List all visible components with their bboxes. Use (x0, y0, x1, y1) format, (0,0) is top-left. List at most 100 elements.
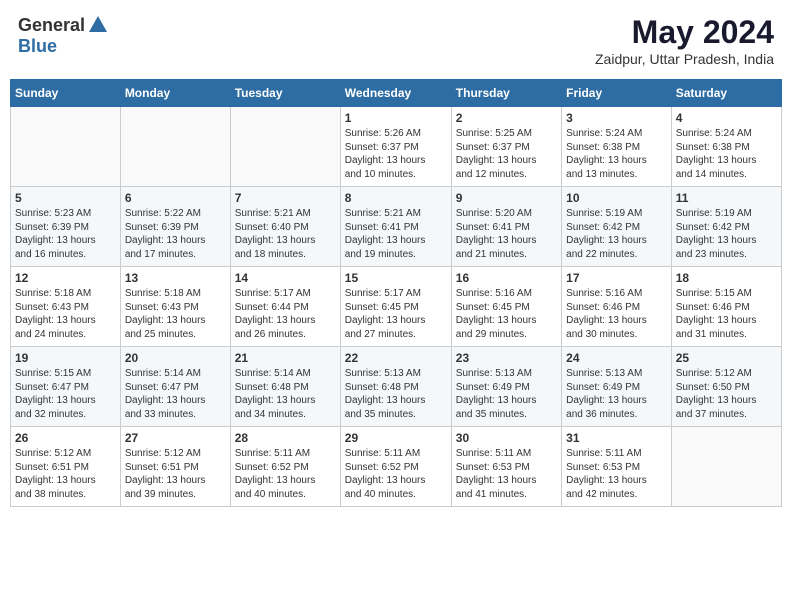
day-info: Sunrise: 5:17 AM Sunset: 6:44 PM Dayligh… (235, 287, 336, 341)
day-info: Sunrise: 5:22 AM Sunset: 6:39 PM Dayligh… (125, 207, 226, 261)
day-info: Sunrise: 5:12 AM Sunset: 6:50 PM Dayligh… (676, 367, 777, 421)
day-cell: 3 Sunrise: 5:24 AM Sunset: 6:38 PM Daylig… (562, 107, 672, 187)
day-number: 31 (566, 431, 667, 445)
day-cell: 1 Sunrise: 5:26 AM Sunset: 6:37 PM Daylig… (340, 107, 451, 187)
column-header-friday: Friday (562, 80, 672, 107)
location-subtitle: Zaidpur, Uttar Pradesh, India (595, 51, 774, 67)
day-info: Sunrise: 5:12 AM Sunset: 6:51 PM Dayligh… (15, 447, 116, 501)
day-cell: 7 Sunrise: 5:21 AM Sunset: 6:40 PM Daylig… (230, 187, 340, 267)
day-info: Sunrise: 5:24 AM Sunset: 6:38 PM Dayligh… (566, 127, 667, 181)
header-row: SundayMondayTuesdayWednesdayThursdayFrid… (11, 80, 782, 107)
day-cell: 10 Sunrise: 5:19 AM Sunset: 6:42 PM Dayli… (562, 187, 672, 267)
day-number: 29 (345, 431, 447, 445)
day-number: 22 (345, 351, 447, 365)
column-header-thursday: Thursday (451, 80, 561, 107)
day-number: 28 (235, 431, 336, 445)
week-row-1: 1 Sunrise: 5:26 AM Sunset: 6:37 PM Daylig… (11, 107, 782, 187)
day-number: 24 (566, 351, 667, 365)
day-cell: 5 Sunrise: 5:23 AM Sunset: 6:39 PM Daylig… (11, 187, 121, 267)
day-cell: 24 Sunrise: 5:13 AM Sunset: 6:49 PM Dayli… (562, 347, 672, 427)
day-cell: 18 Sunrise: 5:15 AM Sunset: 6:46 PM Dayli… (671, 267, 781, 347)
week-row-3: 12Sunrise: 5:18 AM Sunset: 6:43 PM Dayli… (11, 267, 782, 347)
day-cell: 2 Sunrise: 5:25 AM Sunset: 6:37 PM Daylig… (451, 107, 561, 187)
day-number: 23 (456, 351, 557, 365)
day-info: Sunrise: 5:11 AM Sunset: 6:53 PM Dayligh… (456, 447, 557, 501)
day-number: 13 (125, 271, 226, 285)
day-cell: 25 Sunrise: 5:12 AM Sunset: 6:50 PM Dayli… (671, 347, 781, 427)
day-cell: 31Sunrise: 5:11 AM Sunset: 6:53 PM Dayli… (562, 427, 672, 507)
day-cell: 4Sunrise: 5:24 AM Sunset: 6:38 PM Daylig… (671, 107, 781, 187)
day-cell (11, 107, 121, 187)
logo-general-text: General (18, 15, 85, 36)
day-number: 11 (676, 191, 777, 205)
day-info: Sunrise: 5:12 AM Sunset: 6:51 PM Dayligh… (125, 447, 226, 501)
day-number: 9 (456, 191, 557, 205)
logo-blue-text: Blue (18, 36, 57, 56)
day-cell: 17 Sunrise: 5:16 AM Sunset: 6:46 PM Dayli… (562, 267, 672, 347)
day-number: 17 (566, 271, 667, 285)
day-number: 3 (566, 111, 667, 125)
day-number: 19 (15, 351, 116, 365)
day-number: 8 (345, 191, 447, 205)
day-number: 18 (676, 271, 777, 285)
day-info: Sunrise: 5:14 AM Sunset: 6:47 PM Dayligh… (125, 367, 226, 421)
column-header-sunday: Sunday (11, 80, 121, 107)
day-number: 26 (15, 431, 116, 445)
day-info: Sunrise: 5:19 AM Sunset: 6:42 PM Dayligh… (566, 207, 667, 261)
day-cell: 20Sunrise: 5:14 AM Sunset: 6:47 PM Dayli… (120, 347, 230, 427)
day-info: Sunrise: 5:16 AM Sunset: 6:45 PM Dayligh… (456, 287, 557, 341)
day-cell: 22 Sunrise: 5:13 AM Sunset: 6:48 PM Dayli… (340, 347, 451, 427)
day-info: Sunrise: 5:24 AM Sunset: 6:38 PM Dayligh… (676, 127, 777, 181)
day-cell: 6Sunrise: 5:22 AM Sunset: 6:39 PM Daylig… (120, 187, 230, 267)
day-number: 14 (235, 271, 336, 285)
day-cell (671, 427, 781, 507)
day-cell: 30 Sunrise: 5:11 AM Sunset: 6:53 PM Dayli… (451, 427, 561, 507)
month-year-title: May 2024 (595, 14, 774, 51)
day-info: Sunrise: 5:21 AM Sunset: 6:41 PM Dayligh… (345, 207, 447, 261)
day-number: 2 (456, 111, 557, 125)
page-header: General Blue May 2024 Zaidpur, Uttar Pra… (10, 10, 782, 71)
day-cell: 19 Sunrise: 5:15 AM Sunset: 6:47 PM Dayli… (11, 347, 121, 427)
column-header-saturday: Saturday (671, 80, 781, 107)
day-number: 10 (566, 191, 667, 205)
day-info: Sunrise: 5:13 AM Sunset: 6:48 PM Dayligh… (345, 367, 447, 421)
day-number: 7 (235, 191, 336, 205)
day-info: Sunrise: 5:17 AM Sunset: 6:45 PM Dayligh… (345, 287, 447, 341)
day-cell: 28 Sunrise: 5:11 AM Sunset: 6:52 PM Dayli… (230, 427, 340, 507)
week-row-2: 5 Sunrise: 5:23 AM Sunset: 6:39 PM Daylig… (11, 187, 782, 267)
day-info: Sunrise: 5:13 AM Sunset: 6:49 PM Dayligh… (566, 367, 667, 421)
day-number: 30 (456, 431, 557, 445)
calendar-body: 1 Sunrise: 5:26 AM Sunset: 6:37 PM Daylig… (11, 107, 782, 507)
day-info: Sunrise: 5:23 AM Sunset: 6:39 PM Dayligh… (15, 207, 116, 261)
day-info: Sunrise: 5:18 AM Sunset: 6:43 PM Dayligh… (15, 287, 116, 341)
column-header-wednesday: Wednesday (340, 80, 451, 107)
calendar-header: SundayMondayTuesdayWednesdayThursdayFrid… (11, 80, 782, 107)
day-cell: 12Sunrise: 5:18 AM Sunset: 6:43 PM Dayli… (11, 267, 121, 347)
day-info: Sunrise: 5:26 AM Sunset: 6:37 PM Dayligh… (345, 127, 447, 181)
day-info: Sunrise: 5:13 AM Sunset: 6:49 PM Dayligh… (456, 367, 557, 421)
day-number: 1 (345, 111, 447, 125)
day-number: 27 (125, 431, 226, 445)
day-info: Sunrise: 5:19 AM Sunset: 6:42 PM Dayligh… (676, 207, 777, 261)
day-info: Sunrise: 5:11 AM Sunset: 6:52 PM Dayligh… (235, 447, 336, 501)
day-info: Sunrise: 5:15 AM Sunset: 6:46 PM Dayligh… (676, 287, 777, 341)
day-number: 16 (456, 271, 557, 285)
day-cell (120, 107, 230, 187)
day-info: Sunrise: 5:21 AM Sunset: 6:40 PM Dayligh… (235, 207, 336, 261)
day-number: 5 (15, 191, 116, 205)
day-cell: 14 Sunrise: 5:17 AM Sunset: 6:44 PM Dayli… (230, 267, 340, 347)
day-cell: 26 Sunrise: 5:12 AM Sunset: 6:51 PM Dayli… (11, 427, 121, 507)
day-info: Sunrise: 5:15 AM Sunset: 6:47 PM Dayligh… (15, 367, 116, 421)
day-number: 21 (235, 351, 336, 365)
day-number: 25 (676, 351, 777, 365)
day-info: Sunrise: 5:11 AM Sunset: 6:52 PM Dayligh… (345, 447, 447, 501)
day-info: Sunrise: 5:20 AM Sunset: 6:41 PM Dayligh… (456, 207, 557, 261)
day-info: Sunrise: 5:16 AM Sunset: 6:46 PM Dayligh… (566, 287, 667, 341)
day-info: Sunrise: 5:14 AM Sunset: 6:48 PM Dayligh… (235, 367, 336, 421)
calendar-table: SundayMondayTuesdayWednesdayThursdayFrid… (10, 79, 782, 507)
day-number: 15 (345, 271, 447, 285)
day-cell: 29 Sunrise: 5:11 AM Sunset: 6:52 PM Dayli… (340, 427, 451, 507)
day-cell: 11 Sunrise: 5:19 AM Sunset: 6:42 PM Dayli… (671, 187, 781, 267)
day-info: Sunrise: 5:25 AM Sunset: 6:37 PM Dayligh… (456, 127, 557, 181)
column-header-monday: Monday (120, 80, 230, 107)
